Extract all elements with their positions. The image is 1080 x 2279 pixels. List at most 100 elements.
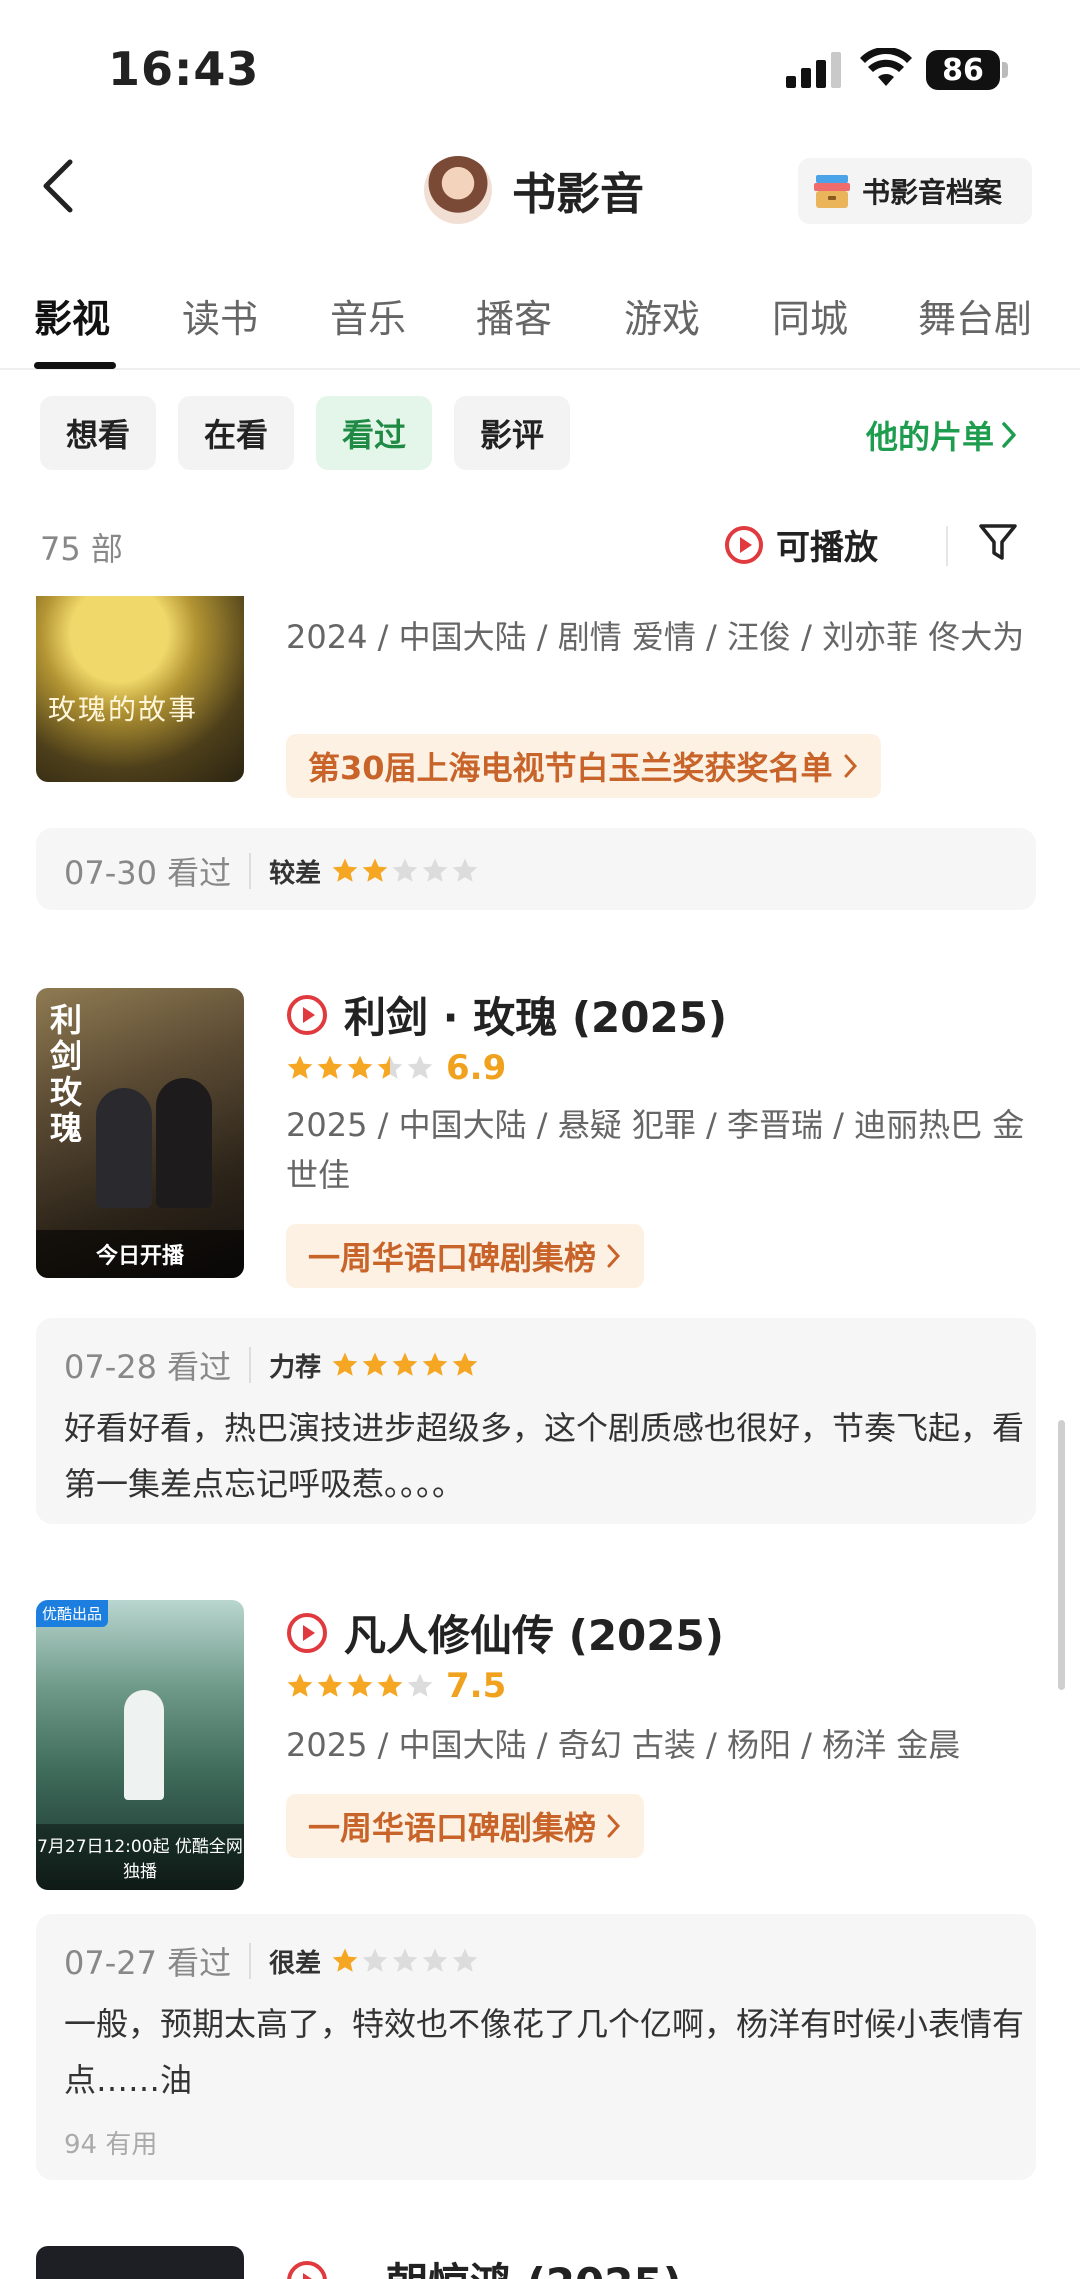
tab-podcast[interactable]: 播客 (476, 288, 552, 343)
play-circle-icon (287, 994, 327, 1035)
scrollbar[interactable] (1058, 1420, 1065, 1690)
user-rating-stars (331, 857, 479, 885)
watch-date: 07-28 看过 (64, 1348, 232, 1386)
rank-tag[interactable]: 第30届上海电视节白玉兰奖获奖名单 (286, 734, 881, 798)
star-icon (452, 1948, 478, 1972)
item-count: 75 部 (40, 530, 123, 568)
active-tab-indicator (34, 362, 116, 369)
title-row[interactable]: 利剑 · 玫瑰 (2025) (286, 984, 727, 1045)
cellular-signal-icon (786, 52, 841, 88)
meta-info: 2024 / 中国大陆 / 剧情 爱情 / 汪俊 / 刘亦菲 佟大为 (286, 618, 1025, 656)
star-icon (407, 1673, 433, 1697)
category-tabs: 影视 读书 音乐 播客 游戏 同城 舞台剧 (0, 280, 1080, 370)
tab-local[interactable]: 同城 (772, 288, 848, 343)
poster-caption: 今日开播 (36, 1230, 244, 1278)
playable-label: 可播放 (776, 528, 878, 568)
star-icon (422, 858, 448, 882)
poster-figure (156, 1078, 212, 1208)
star-icon (452, 858, 478, 882)
review-header: 07-28 看过 力荐 (64, 1342, 479, 1388)
poster-title-text: 利剑玫瑰 (50, 1001, 83, 1147)
star-icon (452, 1352, 478, 1376)
separator (249, 1347, 252, 1383)
page-title: 书影音 (512, 169, 644, 220)
star-icon (422, 1948, 448, 1972)
star-icon (392, 858, 418, 882)
rank-tag[interactable]: 一周华语口碑剧集榜 (286, 1224, 645, 1288)
tab-games[interactable]: 游戏 (624, 288, 700, 343)
filter-funnel-icon[interactable] (978, 522, 1018, 564)
verdict: 很差 (269, 1948, 322, 1979)
play-circle-icon (725, 525, 763, 564)
rating-stars (286, 1672, 434, 1700)
back-arrow-icon[interactable] (36, 156, 80, 216)
star-icon (422, 1352, 448, 1376)
watch-date: 07-27 看过 (64, 1944, 232, 1982)
chevron-right-icon (607, 1244, 621, 1268)
battery-indicator: 86 (926, 50, 1000, 90)
review-text: 一般，预期太高了，特效也不像花了几个亿啊，杨洋有时候小表情有点……油 (64, 2005, 1025, 2099)
rating-row: 6.9 (286, 1048, 506, 1088)
archive-box-icon (814, 175, 850, 208)
tab-music[interactable]: 音乐 (330, 288, 406, 343)
star-icon (332, 1948, 358, 1972)
separator (249, 853, 252, 889)
review-card[interactable]: 07-27 看过 很差 一般，预期太高了，特效也不像花了几个亿啊，杨洋有时候小表… (36, 1914, 1036, 2180)
tab-film[interactable]: 影视 (34, 288, 110, 343)
star-icon (317, 1055, 343, 1079)
rating-score: 7.5 (446, 1666, 507, 1706)
review-text: 好看好看，热巴演技进步超级多，这个剧质感也很好，节奏飞起，看第一集差点忘记呼吸惹… (64, 1409, 1025, 1503)
star-icon (287, 1055, 313, 1079)
divider (946, 526, 948, 566)
rank-tag[interactable]: 一周华语口碑剧集榜 (286, 1794, 645, 1858)
star-icon (332, 858, 358, 882)
chevron-right-icon (844, 754, 857, 778)
separator (249, 1943, 252, 1979)
star-icon (392, 1948, 418, 1972)
rating-stars (286, 1054, 434, 1082)
poster-rose-story[interactable]: 玫瑰的故事 (36, 596, 244, 782)
title-row[interactable]: 凡人修仙传 (2025) (286, 1602, 724, 1663)
poster-caption: 7月27日12:00起 优酷全网独播 (36, 1824, 244, 1890)
archive-button[interactable]: 书影音档案 (798, 158, 1032, 224)
star-icon (362, 1352, 388, 1376)
playable-filter[interactable]: 可播放 (724, 520, 878, 569)
review-header: 07-30 看过 较差 (64, 848, 479, 894)
star-icon (332, 1352, 358, 1376)
battery-tip (1002, 62, 1008, 78)
his-list-label: 他的片单 (866, 418, 995, 456)
item-title: 利剑 · 玫瑰 (2025) (344, 993, 728, 1042)
review-card[interactable]: 07-28 看过 力荐 好看好看，热巴演技进步超级多，这个剧质感也很好，节奏飞起… (36, 1318, 1036, 1524)
user-rating-stars (331, 1351, 479, 1379)
rank-tag-label: 一周华语口碑剧集榜 (308, 1809, 597, 1847)
useful-count[interactable]: 94 有用 (64, 2124, 157, 2161)
verdict: 较差 (269, 858, 322, 889)
title-row[interactable]: 一朝惊鸿 (2025) (286, 2250, 682, 2279)
rating-row: 7.5 (286, 1666, 506, 1706)
chip-reviews[interactable]: 影评 (454, 396, 570, 470)
star-icon (347, 1673, 373, 1697)
tab-books[interactable]: 读书 (182, 288, 258, 343)
item-title: 一朝惊鸿 (2025) (344, 2250, 682, 2279)
header-profile[interactable]: 书影音 (424, 156, 644, 224)
poster-figure (96, 1088, 152, 1208)
avatar[interactable] (424, 156, 492, 224)
play-circle-icon (287, 2260, 327, 2279)
poster-sword-rose[interactable]: 利剑玫瑰 今日开播 (36, 988, 244, 1278)
play-circle-icon (287, 1612, 327, 1653)
wifi-icon (860, 48, 912, 86)
chip-watched[interactable]: 看过 (316, 396, 432, 470)
his-list-link[interactable]: 他的片单 (866, 412, 1018, 458)
meta-info: 2025 / 中国大陆 / 奇幻 古装 / 杨阳 / 杨洋 金晨 (286, 1726, 961, 1764)
chevron-right-icon (1002, 422, 1016, 448)
chip-watching[interactable]: 在看 (178, 396, 294, 470)
meta-info: 2025 / 中国大陆 / 悬疑 犯罪 / 李晋瑞 / 迪丽热巴 金世佳 (286, 1106, 1025, 1194)
star-icon (347, 1055, 373, 1079)
poster-next-item[interactable] (36, 2246, 244, 2279)
chip-want-to-watch[interactable]: 想看 (40, 396, 156, 470)
star-icon (317, 1673, 343, 1697)
user-rating-stars (331, 1947, 479, 1975)
rank-tag-label: 第30届上海电视节白玉兰奖获奖名单 (308, 749, 833, 787)
poster-mortal-immortal[interactable]: 优酷出品 7月27日12:00起 优酷全网独播 (36, 1600, 244, 1890)
tab-theater[interactable]: 舞台剧 (918, 288, 1032, 343)
